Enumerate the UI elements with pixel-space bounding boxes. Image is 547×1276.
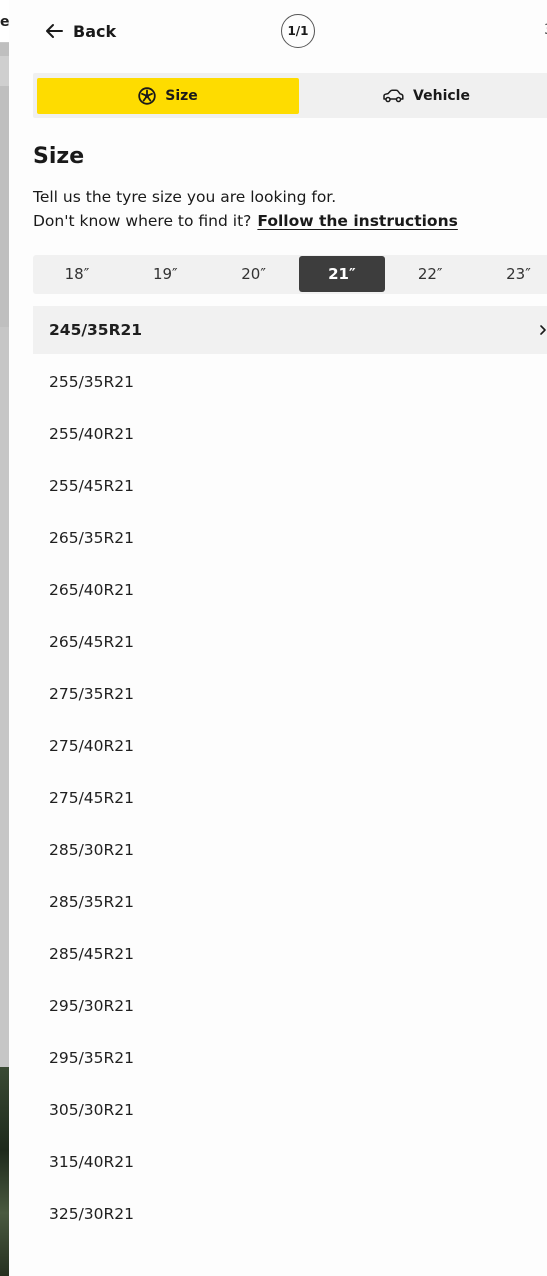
tyre-size-label: 275/35R21 [49,685,135,703]
tyre-size-row[interactable]: 285/35R21 [33,878,547,926]
tyre-size-row[interactable]: 305/30R21 [33,1086,547,1134]
section-description: Tell us the tyre size you are looking fo… [33,185,458,233]
tab-vehicle-label: Vehicle [413,88,470,104]
background-image [0,1067,9,1276]
back-label: Back [73,21,117,41]
instructions-link[interactable]: Follow the instructions [257,212,457,230]
section-title: Size [33,144,85,169]
rim-option[interactable]: 18″ [34,256,120,292]
tyre-size-label: 275/40R21 [49,737,135,755]
tyre-size-label: 255/45R21 [49,477,135,495]
chevron-right-icon [540,325,546,335]
tyre-size-label: 275/45R21 [49,789,135,807]
tyre-size-row[interactable]: 265/35R21 [33,514,547,562]
tyre-size-row[interactable]: 255/35R21 [33,358,547,406]
back-button[interactable]: Back [45,20,116,42]
rim-option[interactable]: 20″ [211,256,297,292]
description-line-2: Don't know where to find it? Follow the i… [33,209,458,233]
tyre-size-row[interactable]: 275/45R21 [33,774,547,822]
tyre-size-row[interactable]: 265/45R21 [33,618,547,666]
rim-size-selector: 18″ 19″ 20″ 21″ 22″ 23″ [33,255,547,294]
rim-option[interactable]: 21″ [298,256,385,292]
rim-option[interactable]: 23″ [476,256,547,292]
tyre-size-panel: Back 1/1 3 Size Vehicle Size Tell us the… [9,0,547,1276]
car-icon [383,89,404,103]
tyre-size-label: 265/45R21 [49,633,135,651]
tyre-size-row[interactable]: 285/45R21 [33,930,547,978]
search-mode-tabs: Size Vehicle [33,73,547,118]
background-page: e [0,0,10,1276]
tyre-size-label: 265/35R21 [49,529,135,547]
tyre-size-list: 245/35R21 255/35R21 255/40R21 255/45R21 265/… [33,306,547,1242]
tyre-size-row[interactable]: 285/30R21 [33,826,547,874]
tyre-size-label: 265/40R21 [49,581,135,599]
tyre-size-label: 295/35R21 [49,1049,135,1067]
tyre-size-row[interactable]: 275/35R21 [33,670,547,718]
tyre-size-row[interactable]: 275/40R21 [33,722,547,770]
tyre-size-row[interactable]: 255/40R21 [33,410,547,458]
tyre-size-row[interactable]: 245/35R21 [33,306,547,354]
background-header: e [0,0,10,43]
tab-vehicle[interactable]: Vehicle [301,78,547,114]
tyre-size-label: 255/35R21 [49,373,135,391]
rim-option[interactable]: 19″ [122,256,208,292]
tyre-size-label: 285/45R21 [49,945,135,963]
tyre-size-row[interactable]: 295/35R21 [33,1034,547,1082]
tyre-size-label: 285/30R21 [49,841,135,859]
tyre-size-label: 285/35R21 [49,893,135,911]
tyre-size-label: 305/30R21 [49,1101,135,1119]
description-line-1: Tell us the tyre size you are looking fo… [33,188,337,206]
tyre-size-label: 255/40R21 [49,425,135,443]
wheel-icon [138,87,156,105]
tyre-size-label: 315/40R21 [49,1153,135,1171]
tyre-size-label: 295/30R21 [49,997,135,1015]
tyre-size-row[interactable]: 295/30R21 [33,982,547,1030]
arrow-left-icon [46,24,63,38]
step-indicator: 1/1 [281,14,315,48]
description-question: Don't know where to find it? [33,212,252,230]
background-panel [0,327,9,1067]
tyre-size-label: 245/35R21 [49,321,143,339]
tyre-size-row[interactable]: 255/45R21 [33,462,547,510]
background-bar [0,56,9,86]
tyre-size-label: 325/30R21 [49,1205,135,1223]
tyre-size-row[interactable]: 325/30R21 [33,1190,547,1238]
tyre-size-row[interactable]: 315/40R21 [33,1138,547,1186]
tab-size[interactable]: Size [37,78,299,114]
rim-option[interactable]: 22″ [387,256,473,292]
tyre-size-row[interactable]: 265/40R21 [33,566,547,614]
tab-size-label: Size [165,88,198,104]
